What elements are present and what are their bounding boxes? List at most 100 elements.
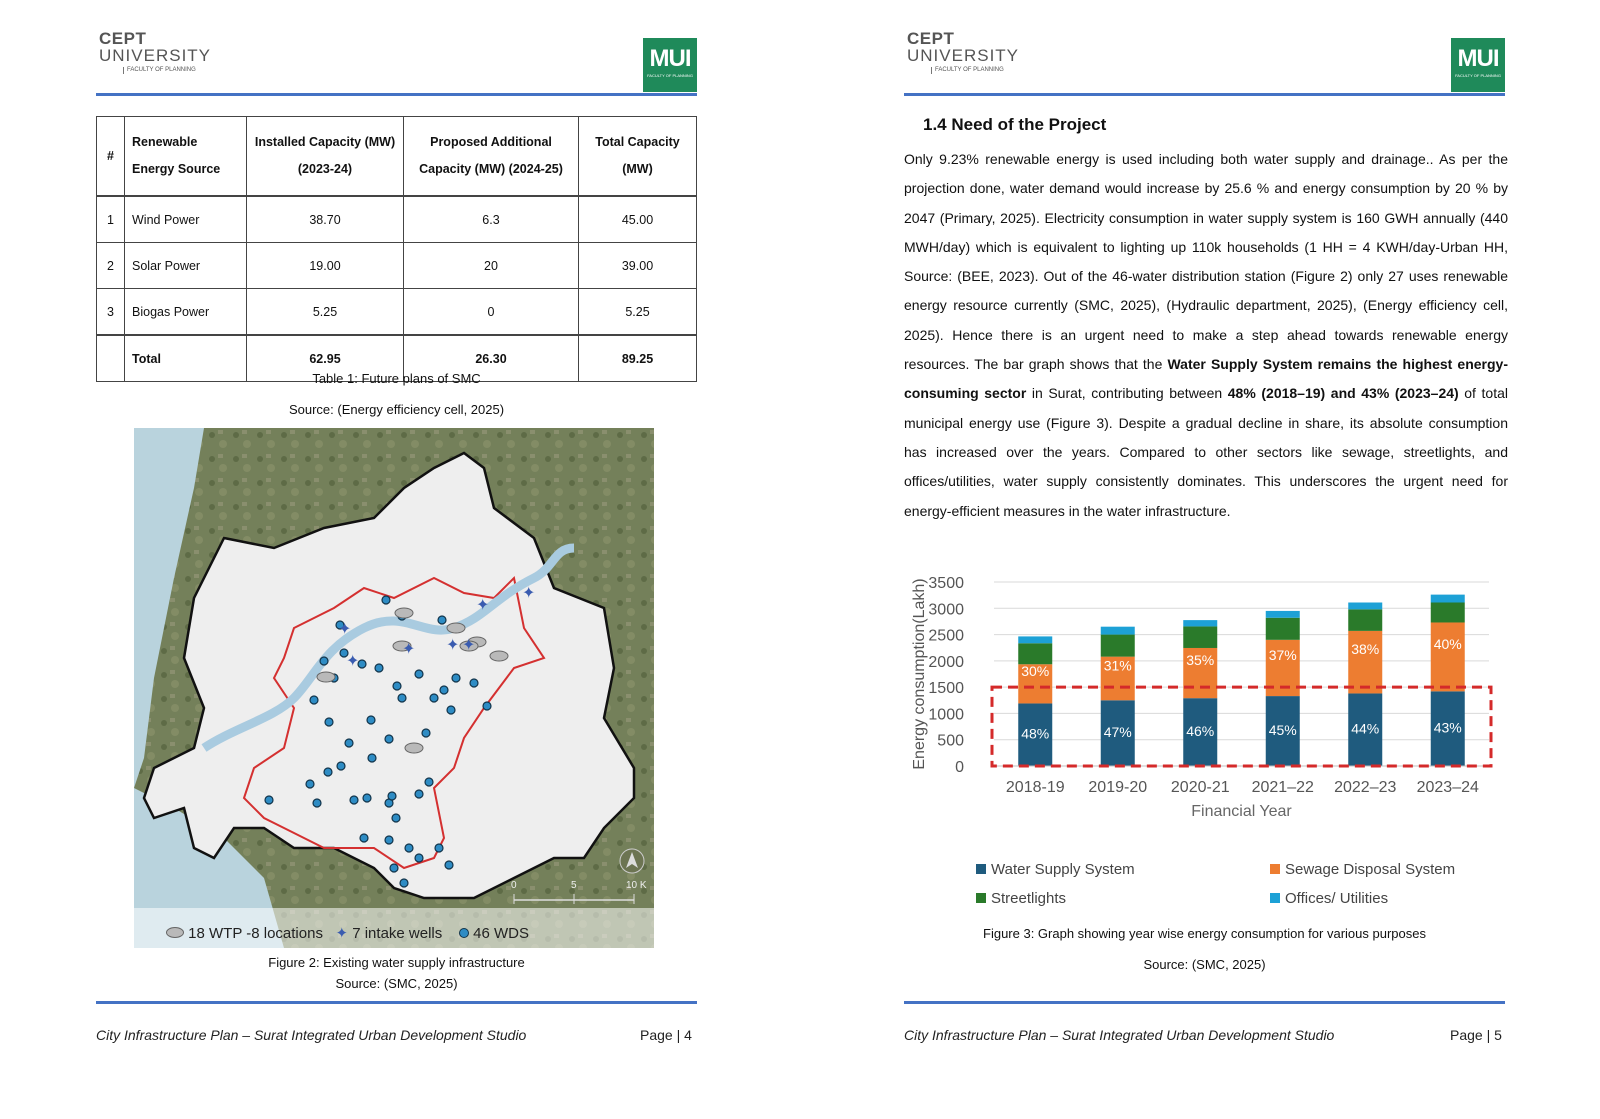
legend-swatch: [1270, 893, 1280, 903]
bar-segment: [1183, 620, 1218, 627]
cept-university-logo: CEPT UNIVERSITY FACULTY OF PLANNING: [907, 29, 1020, 74]
y-tick-label: 3000: [928, 601, 964, 618]
y-tick-label: 2000: [928, 654, 964, 671]
svg-text:✦: ✦: [446, 635, 459, 654]
table-caption: Table 1: Future plans of SMC: [312, 371, 481, 386]
bar-segment: [1430, 622, 1465, 692]
paragraph-emphasis: 48% (2018–19) and 43% (2023–24): [1227, 385, 1459, 402]
figure-2-source: Source: (SMC, 2025): [335, 976, 458, 991]
bar-segment: [1348, 609, 1383, 631]
legend-item-streetlights: Streetlights: [976, 890, 1066, 907]
bar-segment: [1430, 594, 1465, 603]
bar-segment: [1100, 634, 1135, 657]
wtp-icon: [166, 927, 184, 938]
data-label: 37%: [1269, 647, 1297, 663]
svg-text:10 K: 10 K: [626, 880, 647, 891]
bar-segment: [1265, 617, 1300, 640]
legend-item-offices: Offices/ Utilities: [1270, 890, 1388, 907]
bar-segment: [1348, 602, 1383, 610]
mui-logo: MUI FACULTY OF PLANNING: [1451, 38, 1505, 92]
svg-text:✦: ✦: [338, 619, 351, 638]
body-paragraph: Only 9.23% renewable energy is used incl…: [904, 145, 1508, 526]
svg-text:0: 0: [511, 880, 517, 891]
x-tick-label: 2022–23: [1334, 779, 1396, 796]
data-label: 31%: [1104, 657, 1132, 673]
bar-segment: [1183, 626, 1218, 648]
table-row: 2 Solar Power 19.00 20 39.00: [96, 242, 697, 289]
highlight-box: [990, 685, 1493, 768]
data-label: 38%: [1351, 641, 1379, 657]
header-rule: [904, 93, 1505, 96]
col-header-proposed: Proposed Additional Capacity (MW) (2024-…: [403, 116, 579, 197]
legend-swatch: [976, 893, 986, 903]
wds-icon: [458, 928, 469, 938]
bar-segment: [1265, 610, 1300, 618]
y-tick-label: 2500: [928, 628, 964, 645]
paragraph-text: in Surat, contributing between: [1026, 385, 1228, 402]
svg-text:✦: ✦: [522, 583, 535, 602]
svg-text:5: 5: [571, 880, 577, 891]
legend-item-sewage: Sewage Disposal System: [1270, 861, 1455, 878]
y-tick-label: 1000: [928, 706, 964, 723]
svg-text:✦: ✦: [402, 639, 415, 658]
y-tick-label: 500: [937, 733, 964, 750]
legend-item-water-supply: Water Supply System: [976, 861, 1135, 878]
bar-segment: [1430, 602, 1465, 623]
bar-segment: [1018, 643, 1053, 665]
data-label: 45%: [1269, 722, 1297, 738]
data-label: 46%: [1186, 723, 1214, 739]
x-axis-label: Financial Year: [1191, 803, 1292, 820]
footer-title: City Infrastructure Plan – Surat Integra…: [96, 1027, 527, 1043]
page-number: Page | 4: [640, 1027, 692, 1043]
col-header-installed: Installed Capacity (MW) (2023-24): [246, 116, 404, 197]
north-arrow-icon: [619, 848, 645, 874]
energy-consumption-chart: 0 500 1000 1500 2000 2500 3000 3500Energy consu…: [911, 575, 1493, 820]
legend-swatch: [976, 864, 986, 874]
svg-text:✦: ✦: [346, 651, 359, 670]
figure-3-caption: Figure 3: Graph showing year wise energy…: [983, 926, 1426, 941]
footer-title: City Infrastructure Plan – Surat Integra…: [904, 1027, 1335, 1043]
table-row: 1 Wind Power 38.70 6.3 45.00: [96, 195, 697, 243]
table-source: Source: (Energy efficiency cell, 2025): [288, 402, 505, 417]
cept-university-logo: CEPT UNIVERSITY FACULTY OF PLANNING: [99, 29, 212, 74]
page-5: CEPT UNIVERSITY FACULTY OF PLANNING MUI …: [808, 0, 1600, 1119]
paragraph-text: of total municipal energy use (Figure 3)…: [904, 385, 1508, 519]
svg-text:✦: ✦: [462, 635, 475, 654]
x-tick-label: 2018-19: [1006, 779, 1065, 796]
x-tick-label: 2020-21: [1171, 779, 1230, 796]
y-tick-label: 0: [955, 759, 964, 776]
table-row: 3 Biogas Power 5.25 0 5.25: [96, 288, 697, 336]
paragraph-text: Only 9.23% renewable energy is used incl…: [904, 151, 1508, 373]
data-label: 43%: [1434, 720, 1462, 736]
map-graphic: ✦✦✦ ✦ ✦✦✦ 0 5 10 K: [134, 428, 654, 948]
svg-text:✦: ✦: [476, 595, 489, 614]
header-rule: [96, 93, 697, 96]
page-4: CEPT UNIVERSITY FACULTY OF PLANNING MUI …: [0, 0, 800, 1119]
col-header-total: Total Capacity (MW): [578, 116, 697, 197]
page-number: Page | 5: [1450, 1027, 1502, 1043]
data-label: 44%: [1351, 721, 1379, 737]
intake-well-icon: ✦: [335, 924, 349, 942]
bar-segment: [1100, 626, 1135, 635]
footer-rule: [904, 1001, 1505, 1004]
figure-3-source: Source: (SMC, 2025): [1143, 957, 1266, 972]
mui-logo: MUI FACULTY OF PLANNING: [643, 38, 697, 92]
water-supply-map: ✦ ✦ ✦ ✦ ✦ ✦ ✦ 0 5 10 K: [134, 428, 654, 948]
map-legend: 18 WTP -8 locations ✦ 7 intake wells 46 …: [166, 924, 529, 942]
bar-segment: [1018, 636, 1053, 644]
data-label: 35%: [1186, 652, 1214, 668]
data-label: 40%: [1434, 636, 1462, 652]
col-header-number: #: [96, 116, 125, 197]
y-tick-label: 1500: [928, 680, 964, 697]
y-axis-label: Energy consumption(Lakh): [911, 578, 928, 769]
footer-rule: [96, 1001, 697, 1004]
data-label: 30%: [1021, 663, 1049, 679]
col-header-source: Renewable Energy Source: [124, 116, 247, 197]
section-title: 1.4 Need of the Project: [923, 115, 1107, 134]
legend-swatch: [1270, 864, 1280, 874]
y-tick-label: 3500: [928, 575, 964, 592]
figure-2-caption: Figure 2: Existing water supply infrastr…: [268, 955, 525, 970]
x-tick-label: 2021–22: [1252, 779, 1314, 796]
data-label: 48%: [1021, 726, 1049, 742]
x-tick-label: 2023–24: [1417, 779, 1479, 796]
